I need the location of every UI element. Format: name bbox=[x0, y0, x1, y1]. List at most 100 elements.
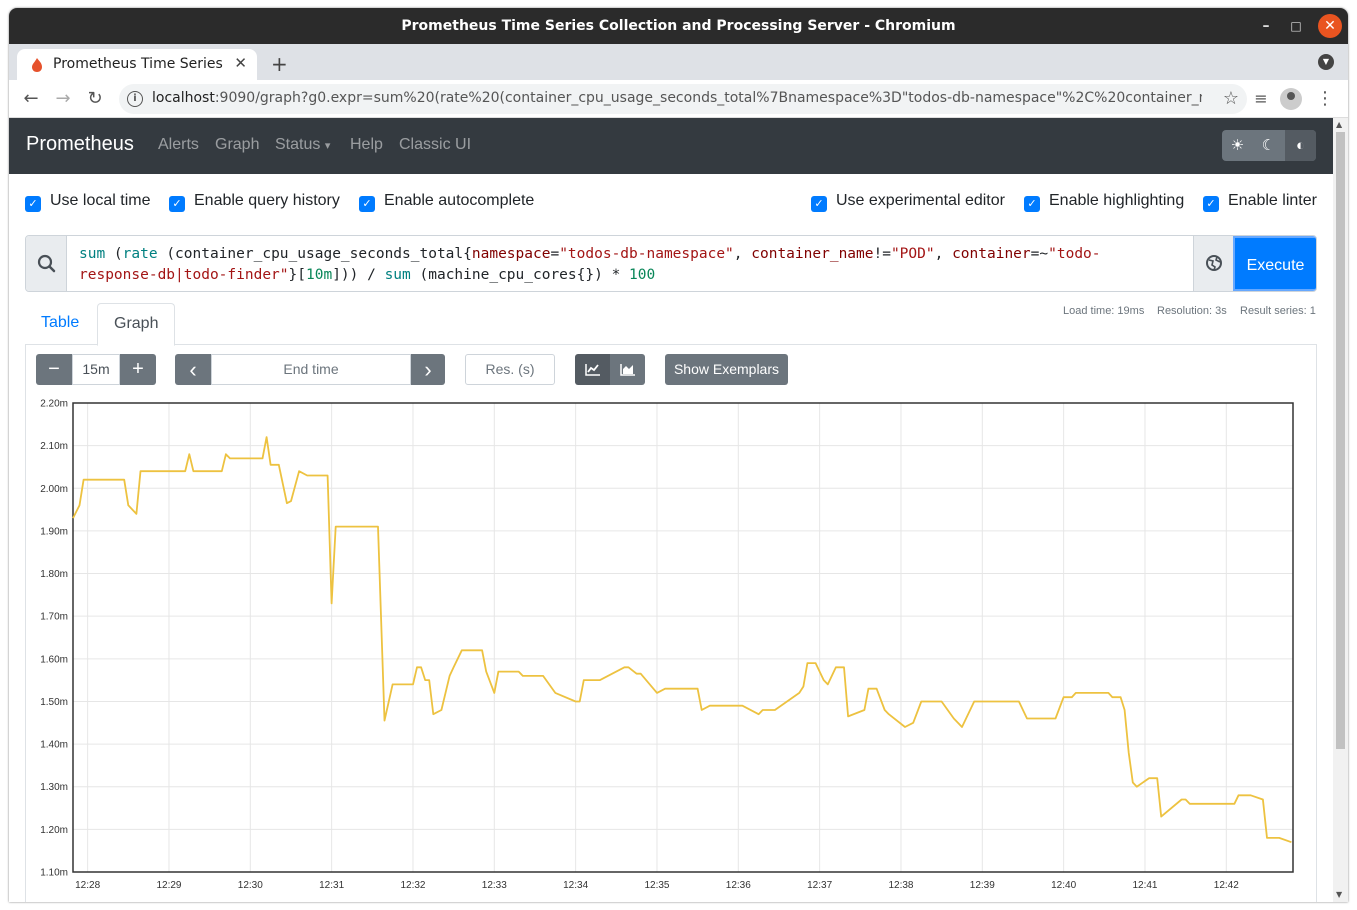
checkbox-checked-icon[interactable]: ✓ bbox=[1024, 196, 1040, 212]
page-viewport: Prometheus Alerts Graph Status ▾ Help Cl… bbox=[9, 118, 1348, 902]
y-tick-label: 1.20m bbox=[40, 825, 68, 836]
x-tick-label: 12:32 bbox=[400, 880, 425, 891]
query-token: 100 bbox=[629, 267, 656, 283]
query-token: container_name bbox=[751, 246, 874, 262]
y-tick-label: 1.60m bbox=[40, 654, 68, 665]
tab-table[interactable]: Table bbox=[25, 303, 95, 345]
option-use-local-time[interactable]: ✓ Use local time bbox=[25, 192, 150, 212]
series-line bbox=[72, 436, 1292, 844]
x-tick-label: 12:40 bbox=[1051, 880, 1076, 891]
checkbox-checked-icon[interactable]: ✓ bbox=[359, 196, 375, 212]
query-token: rate bbox=[122, 246, 158, 262]
tab-title: Prometheus Time Series Collection and Pr… bbox=[53, 56, 223, 72]
x-tick-label: 12:38 bbox=[888, 880, 913, 891]
checkbox-checked-icon[interactable]: ✓ bbox=[811, 196, 827, 212]
tab-strip: Prometheus Time Series Collection and Pr… bbox=[9, 44, 1348, 80]
scroll-up-icon[interactable]: ▲ bbox=[1336, 120, 1342, 129]
browser-tab[interactable]: Prometheus Time Series Collection and Pr… bbox=[17, 49, 257, 80]
x-tick-label: 12:42 bbox=[1214, 880, 1239, 891]
nav-help[interactable]: Help bbox=[350, 136, 383, 154]
query-token: , bbox=[733, 246, 752, 262]
back-arrow-icon[interactable]: ← bbox=[19, 87, 43, 111]
star-icon[interactable]: ☆ bbox=[1223, 88, 1239, 109]
option-enable-query-history[interactable]: ✓ Enable query history bbox=[169, 192, 340, 212]
close-window-icon[interactable]: ✕ bbox=[1318, 14, 1342, 38]
forward-arrow-icon[interactable]: → bbox=[51, 87, 75, 111]
tab-graph[interactable]: Graph bbox=[97, 303, 176, 346]
option-label: Use experimental editor bbox=[836, 192, 1005, 209]
page-scrollbar[interactable]: ▲ ▼ bbox=[1333, 118, 1348, 902]
y-tick-label: 1.50m bbox=[40, 697, 68, 708]
option-label: Enable query history bbox=[194, 192, 340, 209]
query-token: (machine_cpu_cores{}) * bbox=[410, 267, 630, 283]
tab-search-icon[interactable]: ▼ bbox=[1318, 54, 1334, 70]
brand-logo[interactable]: Prometheus bbox=[26, 133, 134, 156]
query-token: = bbox=[550, 246, 560, 262]
scroll-thumb[interactable] bbox=[1336, 132, 1345, 749]
profile-icon[interactable] bbox=[1280, 88, 1302, 110]
option-enable-linter[interactable]: ✓ Enable linter bbox=[1203, 192, 1317, 212]
query-token: ])) / bbox=[332, 267, 385, 283]
y-tick-label: 1.10m bbox=[40, 868, 68, 879]
query-editor[interactable]: sum (rate (container_cpu_usage_seconds_t… bbox=[79, 244, 1179, 286]
theme-switcher: ☀ ☾ ◐ bbox=[1222, 130, 1316, 161]
url-text[interactable]: localhost:9090/graph?g0.expr=sum%20(rate… bbox=[152, 90, 1202, 106]
y-tick-label: 1.90m bbox=[40, 526, 68, 537]
metrics-explorer-button[interactable] bbox=[1193, 236, 1233, 291]
sun-icon[interactable]: ☀ bbox=[1222, 130, 1253, 161]
query-token: }[ bbox=[288, 267, 306, 283]
window-title: Prometheus Time Series Collection and Pr… bbox=[401, 18, 956, 34]
plot-frame bbox=[72, 402, 1294, 873]
execute-button[interactable]: Execute bbox=[1233, 236, 1316, 291]
x-tick-label: 12:33 bbox=[482, 880, 507, 891]
option-enable-autocomplete[interactable]: ✓ Enable autocomplete bbox=[359, 192, 534, 212]
query-token: , bbox=[934, 246, 953, 262]
graph-panel: − 15m + ‹ End time › Res. (s) Show Exemp… bbox=[25, 345, 1317, 902]
reload-icon[interactable]: ↻ bbox=[83, 87, 107, 111]
browser-toolbar: ← → ↻ i localhost:9090/graph?g0.expr=sum… bbox=[9, 80, 1348, 118]
nav-graph[interactable]: Graph bbox=[215, 136, 259, 154]
nav-alerts[interactable]: Alerts bbox=[158, 136, 199, 154]
option-use-experimental-editor[interactable]: ✓ Use experimental editor bbox=[811, 192, 1005, 212]
globe-icon bbox=[1206, 255, 1222, 271]
option-label: Enable autocomplete bbox=[384, 192, 535, 209]
query-token: namespace bbox=[471, 246, 551, 262]
new-tab-icon[interactable]: + bbox=[271, 52, 288, 76]
query-token: (container_cpu_usage_seconds_total{ bbox=[157, 246, 472, 262]
option-label: Enable highlighting bbox=[1049, 192, 1185, 209]
query-token: ( bbox=[105, 246, 123, 262]
contrast-icon[interactable]: ◐ bbox=[1285, 130, 1316, 161]
browser-window: Prometheus Time Series Collection and Pr… bbox=[9, 8, 1348, 902]
y-tick-label: 2.10m bbox=[40, 441, 68, 452]
more-menu-icon[interactable]: ⋮ bbox=[1314, 88, 1336, 110]
close-tab-icon[interactable]: ✕ bbox=[234, 54, 247, 72]
nav-status[interactable]: Status ▾ bbox=[275, 136, 330, 154]
x-tick-label: 12:30 bbox=[238, 880, 263, 891]
checkbox-checked-icon[interactable]: ✓ bbox=[25, 196, 41, 212]
address-bar[interactable]: i localhost:9090/graph?g0.expr=sum%20(ra… bbox=[119, 84, 1247, 114]
y-tick-label: 2.00m bbox=[40, 484, 68, 495]
x-tick-label: 12:36 bbox=[726, 880, 751, 891]
info-icon[interactable]: i bbox=[127, 91, 143, 107]
options-row: ✓ Use local time ✓ Enable query history ✓ E… bbox=[25, 192, 1325, 212]
maximize-icon[interactable]: □ bbox=[1287, 17, 1305, 35]
time-series-chart: 2.20m 2.10m 2.00m 1.90m 1.80m 1.70m 1.60m 1.50m… bbox=[40, 399, 1294, 891]
search-icon-box bbox=[26, 236, 67, 291]
x-tick-label: 12:39 bbox=[970, 880, 995, 891]
media-control-icon[interactable]: ≡ bbox=[1250, 88, 1272, 110]
moon-icon[interactable]: ☾ bbox=[1253, 130, 1284, 161]
nav-classic-ui[interactable]: Classic UI bbox=[399, 136, 471, 154]
checkbox-checked-icon[interactable]: ✓ bbox=[1203, 196, 1219, 212]
nav-status-label: Status bbox=[275, 136, 321, 153]
x-tick-label: 12:37 bbox=[807, 880, 832, 891]
scroll-down-icon[interactable]: ▼ bbox=[1336, 890, 1342, 899]
option-enable-highlighting[interactable]: ✓ Enable highlighting bbox=[1024, 192, 1184, 212]
x-tick-label: 12:28 bbox=[75, 880, 100, 891]
url-host: localhost bbox=[152, 90, 215, 106]
minimize-icon[interactable]: – bbox=[1257, 17, 1275, 35]
checkbox-checked-icon[interactable]: ✓ bbox=[169, 196, 185, 212]
prometheus-flame-icon bbox=[32, 58, 42, 72]
x-tick-label: 12:35 bbox=[644, 880, 669, 891]
y-tick-label: 1.40m bbox=[40, 740, 68, 751]
window-titlebar: Prometheus Time Series Collection and Pr… bbox=[9, 8, 1348, 44]
